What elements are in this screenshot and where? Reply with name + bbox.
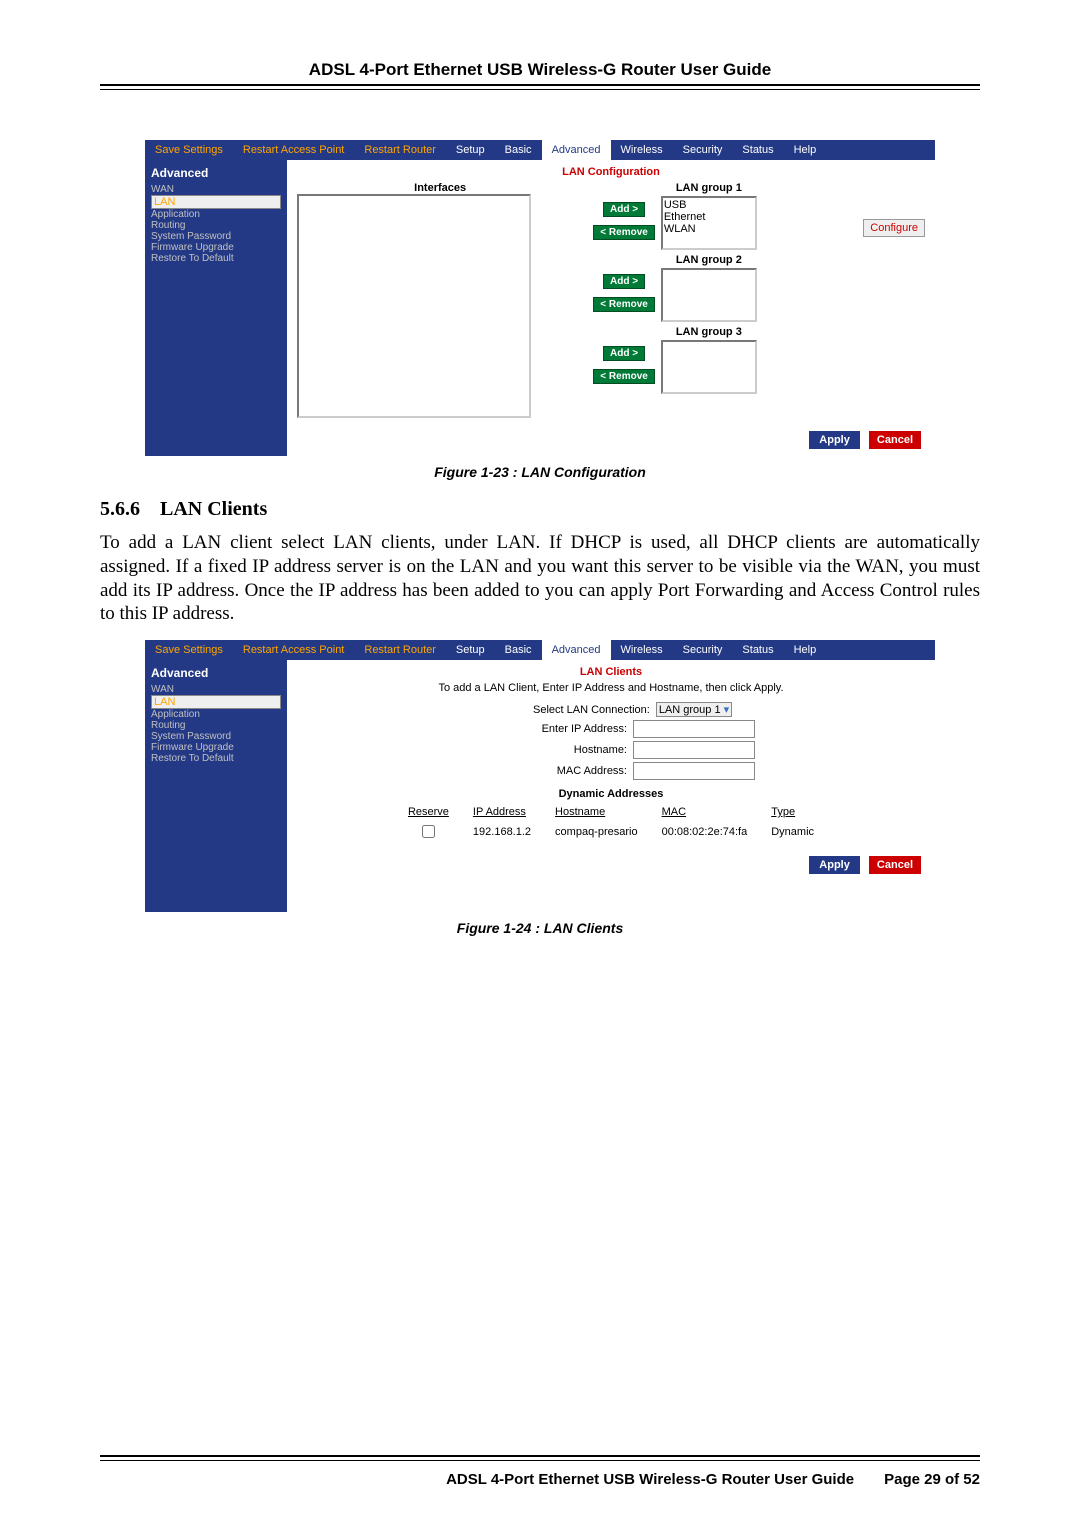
nav-item[interactable]: Advanced	[542, 640, 611, 660]
remove-button[interactable]: < Remove	[593, 225, 655, 240]
sidebar-item[interactable]: Restore To Default	[151, 253, 281, 264]
top-nav: Save SettingsRestart Access PointRestart…	[145, 640, 935, 660]
section-body: To add a LAN client select LAN clients, …	[100, 531, 980, 626]
column-header: Reserve	[396, 804, 461, 820]
screenshot-lan-config: Save SettingsRestart Access PointRestart…	[145, 140, 935, 456]
add-button[interactable]: Add >	[603, 274, 645, 289]
sidebar-item[interactable]: WAN	[151, 684, 281, 695]
figure-caption-2: Figure 1-24 : LAN Clients	[100, 920, 980, 936]
reserve-checkbox[interactable]	[422, 825, 435, 838]
nav-item[interactable]: Help	[784, 140, 827, 160]
nav-item[interactable]: Setup	[446, 640, 495, 660]
nav-item[interactable]: Security	[673, 640, 733, 660]
dynamic-addresses-table: ReserveIP AddressHostnameMACType 192.168…	[396, 804, 826, 843]
sidebar-item[interactable]: WAN	[151, 184, 281, 195]
header-rule	[100, 84, 980, 90]
chevron-down-icon: ▾	[724, 704, 730, 716]
configure-button[interactable]: Configure	[863, 219, 925, 237]
page-header: ADSL 4-Port Ethernet USB Wireless-G Rout…	[100, 60, 980, 84]
sidebar-heading: Advanced	[151, 166, 281, 180]
nav-item[interactable]: Basic	[495, 140, 542, 160]
select-conn-label: Select LAN Connection:	[490, 704, 650, 716]
hostname-label: Hostname:	[467, 744, 627, 756]
apply-button[interactable]: Apply	[809, 856, 860, 874]
column-header: MAC	[650, 804, 760, 820]
mac-label: MAC Address:	[467, 765, 627, 777]
nav-item[interactable]: Setup	[446, 140, 495, 160]
column-header: Hostname	[543, 804, 650, 820]
sidebar-item[interactable]: Application	[151, 709, 281, 720]
mac-input[interactable]	[633, 762, 755, 780]
list-item[interactable]: WLAN	[664, 223, 754, 235]
cell-mac: 00:08:02:2e:74:fa	[650, 820, 760, 843]
panel-title: LAN Configuration	[297, 166, 925, 178]
nav-item[interactable]: Status	[732, 140, 783, 160]
nav-item[interactable]: Status	[732, 640, 783, 660]
nav-item[interactable]: Advanced	[542, 140, 611, 160]
panel-title: LAN Clients	[297, 666, 925, 678]
nav-item[interactable]: Save Settings	[145, 640, 233, 660]
lan-group-listbox[interactable]	[661, 340, 757, 394]
list-item[interactable]: USB	[664, 199, 754, 211]
panel-subtitle: To add a LAN Client, Enter IP Address an…	[297, 682, 925, 694]
lan-group-title: LAN group 1	[661, 182, 757, 194]
lan-group-listbox[interactable]	[661, 268, 757, 322]
lan-group-title: LAN group 2	[661, 254, 757, 266]
nav-item[interactable]: Restart Access Point	[233, 640, 355, 660]
sidebar: Advanced WANLANApplicationRoutingSystem …	[145, 660, 287, 912]
lan-group-title: LAN group 3	[661, 326, 757, 338]
nav-item[interactable]: Restart Access Point	[233, 140, 355, 160]
sidebar-item[interactable]: System Password	[151, 231, 281, 242]
lan-group-listbox[interactable]: USBEthernetWLAN	[661, 196, 757, 250]
sidebar-item[interactable]: Routing	[151, 220, 281, 231]
add-button[interactable]: Add >	[603, 346, 645, 361]
sidebar-heading: Advanced	[151, 666, 281, 680]
table-row: 192.168.1.2compaq-presario00:08:02:2e:74…	[396, 820, 826, 843]
sidebar-item[interactable]: Restore To Default	[151, 753, 281, 764]
column-header: IP Address	[461, 804, 543, 820]
nav-item[interactable]: Wireless	[611, 140, 673, 160]
cell-type: Dynamic	[759, 820, 826, 843]
nav-item[interactable]: Save Settings	[145, 140, 233, 160]
nav-item[interactable]: Basic	[495, 640, 542, 660]
figure-caption-1: Figure 1-23 : LAN Configuration	[100, 464, 980, 480]
sidebar-item[interactable]: Firmware Upgrade	[151, 742, 281, 753]
screenshot-lan-clients: Save SettingsRestart Access PointRestart…	[145, 640, 935, 912]
add-button[interactable]: Add >	[603, 202, 645, 217]
list-item[interactable]: Ethernet	[664, 211, 754, 223]
section-heading: 5.6.6 LAN Clients	[100, 498, 980, 521]
page-footer: ADSL 4-Port Ethernet USB Wireless-G Rout…	[100, 1455, 980, 1488]
sidebar-item[interactable]: LAN	[151, 695, 281, 709]
remove-button[interactable]: < Remove	[593, 297, 655, 312]
sidebar-item[interactable]: Routing	[151, 720, 281, 731]
ip-label: Enter IP Address:	[467, 723, 627, 735]
remove-button[interactable]: < Remove	[593, 369, 655, 384]
sidebar-item[interactable]: System Password	[151, 731, 281, 742]
cell-hostname: compaq-presario	[543, 820, 650, 843]
lan-connection-select[interactable]: LAN group 1 ▾	[656, 702, 732, 717]
dynamic-addresses-title: Dynamic Addresses	[297, 788, 925, 800]
sidebar-item[interactable]: LAN	[151, 195, 281, 209]
column-header: Type	[759, 804, 826, 820]
nav-item[interactable]: Wireless	[611, 640, 673, 660]
cell-ip: 192.168.1.2	[461, 820, 543, 843]
nav-item[interactable]: Restart Router	[354, 140, 446, 160]
nav-item[interactable]: Security	[673, 140, 733, 160]
sidebar: Advanced WANLANApplicationRoutingSystem …	[145, 160, 287, 456]
nav-item[interactable]: Restart Router	[354, 640, 446, 660]
nav-item[interactable]: Help	[784, 640, 827, 660]
sidebar-item[interactable]: Firmware Upgrade	[151, 242, 281, 253]
ip-input[interactable]	[633, 720, 755, 738]
interfaces-label: Interfaces	[297, 182, 583, 194]
sidebar-item[interactable]: Application	[151, 209, 281, 220]
top-nav: Save SettingsRestart Access PointRestart…	[145, 140, 935, 160]
cancel-button[interactable]: Cancel	[869, 856, 921, 874]
hostname-input[interactable]	[633, 741, 755, 759]
cancel-button[interactable]: Cancel	[869, 431, 921, 449]
interfaces-listbox[interactable]	[297, 194, 531, 418]
apply-button[interactable]: Apply	[809, 431, 860, 449]
